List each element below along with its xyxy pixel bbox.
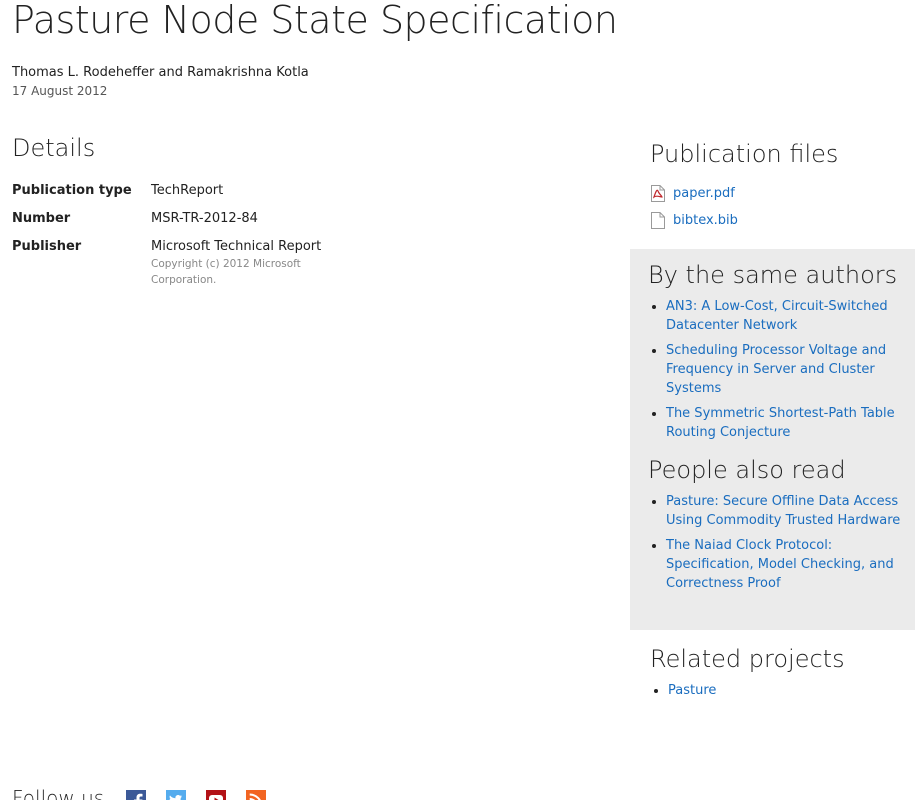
twitter-icon[interactable] xyxy=(166,790,187,800)
document-icon xyxy=(650,212,666,229)
same-authors-link-an3[interactable]: AN3: A Low-Cost, Circuit-Switched Datace… xyxy=(666,299,888,333)
related-projects-heading: Related projects xyxy=(650,645,845,673)
facebook-icon[interactable] xyxy=(126,790,147,800)
copyright-note: Copyright (c) 2012 Microsoft Corporation… xyxy=(151,258,301,286)
related-sidebar-content: By the same authors AN3: A Low-Cost, Cir… xyxy=(648,261,910,599)
list-item: Scheduling Processor Voltage and Frequen… xyxy=(666,341,910,398)
file-item-bibtex: bibtex.bib xyxy=(650,207,915,234)
follow-us-bar: Follow us xyxy=(12,784,286,800)
publication-files-section: Publication files paper.pdf bibtex.bib xyxy=(650,140,915,234)
same-authors-list: AN3: A Low-Cost, Circuit-Switched Datace… xyxy=(648,297,910,442)
youtube-icon[interactable] xyxy=(206,790,227,800)
detail-label: Publisher xyxy=(12,239,82,254)
list-item: Pasture: Secure Offline Data Access Usin… xyxy=(666,492,910,530)
bibtex-link[interactable]: bibtex.bib xyxy=(673,211,738,230)
detail-row-publication-type: Publication type TechReport xyxy=(12,183,352,198)
authors: Thomas L. Rodeheffer and Ramakrishna Kot… xyxy=(12,65,309,80)
detail-label: Publication type xyxy=(12,183,132,198)
list-item: The Symmetric Shortest-Path Table Routin… xyxy=(666,404,910,442)
also-read-heading: People also read xyxy=(648,456,846,484)
related-project-link-pasture[interactable]: Pasture xyxy=(668,683,716,698)
detail-row-number: Number MSR-TR-2012-84 xyxy=(12,211,352,226)
list-item: The Naiad Clock Protocol: Specification,… xyxy=(666,536,910,593)
file-item-paper: paper.pdf xyxy=(650,180,915,207)
publication-files-heading: Publication files xyxy=(650,140,839,168)
related-sidebar-box: By the same authors AN3: A Low-Cost, Cir… xyxy=(630,249,915,630)
list-item: AN3: A Low-Cost, Circuit-Switched Datace… xyxy=(666,297,910,335)
related-projects-list: Pasture xyxy=(650,681,915,700)
detail-value: TechReport xyxy=(151,183,224,198)
pdf-file-icon xyxy=(650,185,666,202)
also-read-list: Pasture: Secure Offline Data Access Usin… xyxy=(648,492,910,593)
page: Pasture Node State Specification Thomas … xyxy=(0,0,915,800)
also-read-link-pasture[interactable]: Pasture: Secure Offline Data Access Usin… xyxy=(666,494,900,528)
details-table: Publication type TechReport Number MSR-T… xyxy=(12,183,352,301)
list-item: Pasture xyxy=(668,681,915,700)
file-list: paper.pdf bibtex.bib xyxy=(650,180,915,234)
related-projects-section: Related projects Pasture xyxy=(650,645,915,706)
paper-pdf-link[interactable]: paper.pdf xyxy=(673,184,735,203)
same-authors-heading: By the same authors xyxy=(648,261,898,289)
page-title: Pasture Node State Specification xyxy=(12,0,618,42)
same-authors-link-symmetric[interactable]: The Symmetric Shortest-Path Table Routin… xyxy=(666,406,895,440)
detail-label: Number xyxy=(12,211,71,226)
follow-us-label: Follow us xyxy=(12,786,105,800)
detail-value-publisher: Microsoft Technical Report Copyright (c)… xyxy=(151,239,341,288)
publisher-name: Microsoft Technical Report xyxy=(151,239,322,254)
rss-icon[interactable] xyxy=(246,790,267,800)
publication-date: 17 August 2012 xyxy=(12,84,108,98)
same-authors-link-scheduling[interactable]: Scheduling Processor Voltage and Frequen… xyxy=(666,343,886,396)
details-heading: Details xyxy=(12,134,96,162)
also-read-link-naiad[interactable]: The Naiad Clock Protocol: Specification,… xyxy=(666,538,894,591)
detail-value: MSR-TR-2012-84 xyxy=(151,211,258,226)
detail-row-publisher: Publisher Microsoft Technical Report Cop… xyxy=(12,239,352,288)
